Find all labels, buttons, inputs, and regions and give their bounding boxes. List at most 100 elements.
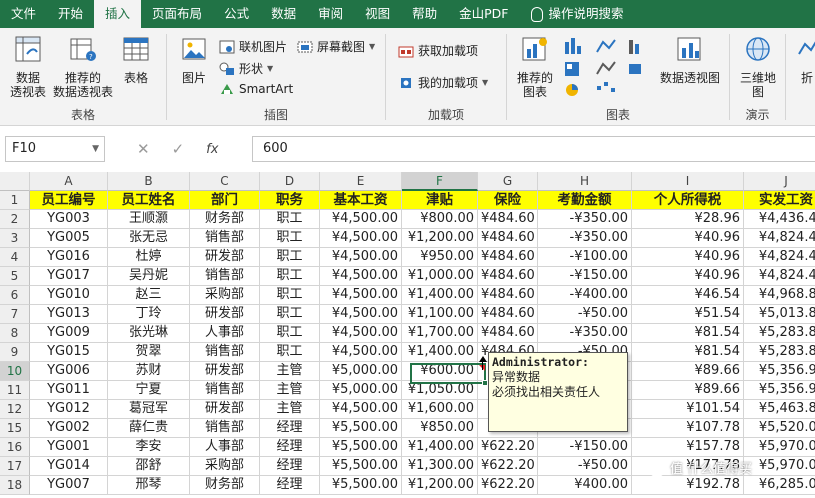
recommended-pivot-button[interactable]: ? 推荐的 数据透视表 <box>52 34 114 99</box>
table-cell[interactable]: ¥5,356.94 <box>744 381 815 400</box>
table-cell[interactable]: ¥484.60 <box>478 229 538 248</box>
header-cell[interactable]: 个人所得税 <box>632 191 744 210</box>
table-cell[interactable]: 杜婷 <box>108 248 190 267</box>
column-header-f[interactable]: F <box>402 172 478 191</box>
my-addins-button[interactable]: 我的加载项 ▼ <box>398 74 488 91</box>
table-cell[interactable]: ¥4,500.00 <box>320 324 402 343</box>
table-cell[interactable]: ¥1,000.00 <box>402 267 478 286</box>
table-cell[interactable]: 采购部 <box>190 457 260 476</box>
pivot-table-button[interactable]: 数据 透视表 <box>6 34 50 99</box>
table-cell[interactable]: -¥100.00 <box>538 248 632 267</box>
table-cell[interactable]: YG007 <box>30 476 108 495</box>
row-header[interactable]: 16 <box>0 438 30 457</box>
table-cell[interactable]: ¥5,500.00 <box>320 457 402 476</box>
table-cell[interactable]: ¥4,968.86 <box>744 286 815 305</box>
table-cell[interactable]: YG017 <box>30 267 108 286</box>
table-cell[interactable]: 经理 <box>260 457 320 476</box>
table-cell[interactable]: ¥5,000.00 <box>320 381 402 400</box>
table-cell[interactable]: -¥150.00 <box>538 438 632 457</box>
table-cell[interactable]: ¥4,500.00 <box>320 343 402 362</box>
table-cell[interactable]: ¥484.60 <box>478 267 538 286</box>
header-cell[interactable]: 员工姓名 <box>108 191 190 210</box>
row-header[interactable]: 10 <box>0 362 30 381</box>
table-cell[interactable]: ¥5,970.02 <box>744 457 815 476</box>
row-header[interactable]: 17 <box>0 457 30 476</box>
table-cell[interactable]: 人事部 <box>190 438 260 457</box>
table-cell[interactable]: ¥4,824.44 <box>744 229 815 248</box>
table-cell[interactable]: ¥1,600.00 <box>402 400 478 419</box>
tab-data[interactable]: 数据 <box>260 0 307 28</box>
table-cell[interactable]: ¥4,500.00 <box>320 267 402 286</box>
table-cell[interactable]: YG001 <box>30 438 108 457</box>
table-cell[interactable]: 研发部 <box>190 305 260 324</box>
table-cell[interactable]: 主管 <box>260 400 320 419</box>
table-cell[interactable]: YG006 <box>30 362 108 381</box>
table-cell[interactable]: ¥1,400.00 <box>402 286 478 305</box>
table-cell[interactable]: ¥40.96 <box>632 267 744 286</box>
table-cell[interactable]: -¥50.00 <box>538 457 632 476</box>
column-header-i[interactable]: I <box>632 172 744 191</box>
table-cell[interactable]: YG012 <box>30 400 108 419</box>
get-addins-button[interactable]: 获取加载项 <box>398 42 478 59</box>
table-cell[interactable]: ¥4,824.44 <box>744 248 815 267</box>
tab-kingsoft-pdf[interactable]: 金山PDF <box>448 0 519 28</box>
table-cell[interactable]: 主管 <box>260 381 320 400</box>
table-cell[interactable]: ¥622.20 <box>478 476 538 495</box>
table-cell[interactable]: 吴丹妮 <box>108 267 190 286</box>
header-cell[interactable]: 员工编号 <box>30 191 108 210</box>
table-cell[interactable]: ¥4,500.00 <box>320 248 402 267</box>
table-cell[interactable]: ¥1,400.00 <box>402 343 478 362</box>
table-cell[interactable]: 张光琳 <box>108 324 190 343</box>
table-button[interactable]: 表格 <box>116 34 156 85</box>
table-cell[interactable]: 主管 <box>260 362 320 381</box>
table-cell[interactable]: ¥107.78 <box>632 419 744 438</box>
row-header[interactable]: 8 <box>0 324 30 343</box>
table-cell[interactable]: ¥5,500.00 <box>320 476 402 495</box>
header-cell[interactable]: 职务 <box>260 191 320 210</box>
table-cell[interactable]: ¥5,520.02 <box>744 419 815 438</box>
table-cell[interactable]: 李安 <box>108 438 190 457</box>
table-cell[interactable]: ¥5,356.94 <box>744 362 815 381</box>
column-header-b[interactable]: B <box>108 172 190 191</box>
table-cell[interactable]: ¥5,970.02 <box>744 438 815 457</box>
table-cell[interactable]: YG005 <box>30 229 108 248</box>
column-header-e[interactable]: E <box>320 172 402 191</box>
table-cell[interactable]: 研发部 <box>190 400 260 419</box>
table-cell[interactable]: 销售部 <box>190 343 260 362</box>
table-cell[interactable]: 丁玲 <box>108 305 190 324</box>
table-cell[interactable]: ¥81.54 <box>632 343 744 362</box>
table-cell[interactable]: YG010 <box>30 286 108 305</box>
insert-function-icon[interactable]: fx <box>206 142 218 157</box>
table-cell[interactable]: ¥1,300.00 <box>402 457 478 476</box>
pivot-chart-button[interactable]: 数据透视图 <box>657 34 723 85</box>
table-cell[interactable]: YG013 <box>30 305 108 324</box>
table-cell[interactable]: 销售部 <box>190 229 260 248</box>
chevron-down-icon[interactable]: ▼ <box>92 137 99 161</box>
table-cell[interactable]: ¥1,400.00 <box>402 438 478 457</box>
formula-input[interactable]: 600 <box>252 136 815 162</box>
header-cell[interactable]: 保险 <box>478 191 538 210</box>
screenshot-button[interactable]: 屏幕截图 ▼ <box>297 38 375 55</box>
table-cell[interactable]: 葛冠军 <box>108 400 190 419</box>
table-cell[interactable]: ¥1,200.00 <box>402 229 478 248</box>
column-header-j[interactable]: J <box>744 172 815 191</box>
table-cell[interactable]: ¥192.78 <box>632 476 744 495</box>
tab-formulas[interactable]: 公式 <box>213 0 260 28</box>
tab-help[interactable]: 帮助 <box>401 0 448 28</box>
table-cell[interactable]: ¥101.54 <box>632 400 744 419</box>
table-cell[interactable]: ¥5,013.86 <box>744 305 815 324</box>
table-cell[interactable]: ¥28.96 <box>632 210 744 229</box>
table-cell[interactable]: YG009 <box>30 324 108 343</box>
smartart-button[interactable]: SmartArt <box>219 82 293 96</box>
table-cell[interactable]: 职工 <box>260 229 320 248</box>
table-cell[interactable]: -¥350.00 <box>538 229 632 248</box>
table-cell[interactable]: ¥5,283.86 <box>744 324 815 343</box>
table-cell[interactable]: 职工 <box>260 248 320 267</box>
row-header[interactable]: 2 <box>0 210 30 229</box>
table-cell[interactable]: YG002 <box>30 419 108 438</box>
table-cell[interactable]: 经理 <box>260 419 320 438</box>
table-cell[interactable]: ¥5,283.86 <box>744 343 815 362</box>
table-cell[interactable]: 王顺灏 <box>108 210 190 229</box>
table-cell[interactable]: ¥484.60 <box>478 305 538 324</box>
table-cell[interactable]: -¥350.00 <box>538 324 632 343</box>
